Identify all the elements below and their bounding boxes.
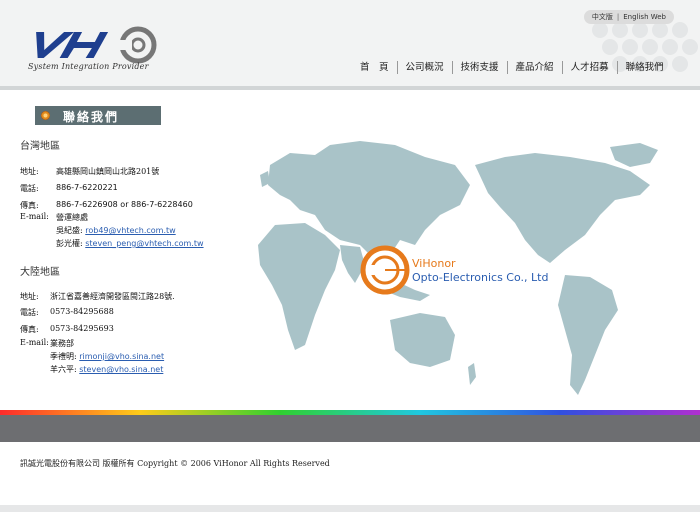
north-america-landmass — [475, 153, 650, 263]
taiwan-contact-2-email-link[interactable]: steven_peng@vhtech.com.tw — [85, 239, 203, 248]
nav-contact[interactable]: 聯絡我們 — [616, 61, 672, 74]
nav-products[interactable]: 產品介紹 — [506, 61, 562, 74]
china-contact-2-name: 羊六平: — [50, 365, 77, 374]
china-contact-1: 季禮明: rimonji@vho.sina.net — [50, 351, 164, 362]
copyright-text: 訊誠光電股份有限公司 版權所有 Copyright © 2006 ViHonor… — [20, 459, 330, 468]
location-marker-icon — [360, 245, 410, 295]
nav-careers[interactable]: 人才招募 — [561, 61, 617, 74]
bullet-icon — [41, 111, 50, 120]
china-contact-1-name: 季禮明: — [50, 352, 77, 361]
bottom-bar — [0, 505, 700, 512]
taiwan-contact-1: 吳紀盛: rob49@vhtech.com.tw — [56, 225, 176, 236]
region-heading-china: 大陸地區 — [20, 267, 60, 278]
taiwan-dept: 營運總處 — [56, 213, 88, 222]
china-phone-label: 電話: — [20, 308, 39, 317]
china-email-label: E-mail: — [20, 338, 49, 347]
footer-band — [0, 415, 700, 442]
lang-chinese-link[interactable]: 中文版 — [592, 12, 613, 22]
china-fax-label: 傳真: — [20, 325, 39, 334]
header-divider — [0, 86, 700, 90]
region-heading-taiwan: 台灣地區 — [20, 141, 60, 152]
taiwan-fax: 886-7-6226908 or 886-7-6228460 — [56, 200, 193, 209]
greenland-landmass — [610, 143, 658, 167]
australia-landmass — [390, 313, 455, 367]
africa-landmass — [258, 223, 340, 350]
page-title: 聯絡我們 — [63, 110, 120, 124]
taiwan-address-label: 地址: — [20, 167, 39, 176]
nav-support[interactable]: 技術支援 — [451, 61, 507, 74]
main-nav: 首 頁 公司概況 技術支援 產品介紹 人才招募 聯絡我們 — [352, 61, 672, 74]
world-map: ViHonor Opto-Electronics Co., Ltd — [258, 141, 658, 395]
logo-tagline: System Integration Provider — [28, 62, 149, 71]
china-contact-2-email-link[interactable]: steven@vho.sina.net — [79, 365, 163, 374]
nav-about[interactable]: 公司概況 — [396, 61, 452, 74]
page-title-banner: 聯絡我們 — [35, 106, 161, 125]
taiwan-contact-1-email-link[interactable]: rob49@vhtech.com.tw — [85, 226, 175, 235]
language-switch: 中文版 | English Web — [583, 10, 674, 24]
taiwan-contact-2-name: 彭光權: — [56, 239, 83, 248]
china-dept: 業務部 — [50, 339, 74, 348]
china-contact-1-email-link[interactable]: rimonji@vho.sina.net — [79, 352, 164, 361]
china-phone: 0573-84295688 — [50, 307, 114, 316]
taiwan-contact-2: 彭光權: steven_peng@vhtech.com.tw — [56, 238, 204, 249]
south-america-landmass — [558, 275, 618, 395]
china-fax: 0573-84295693 — [50, 324, 114, 333]
taiwan-fax-label: 傳真: — [20, 201, 39, 210]
nav-home[interactable]: 首 頁 — [352, 61, 397, 74]
taiwan-address: 高雄縣岡山鎮岡山北路201號 — [56, 167, 160, 176]
new-zealand-landmass — [468, 363, 476, 385]
china-contact-2: 羊六平: steven@vho.sina.net — [50, 364, 163, 375]
lang-english-link[interactable]: English Web — [623, 13, 666, 21]
lang-separator: | — [616, 13, 620, 21]
taiwan-email-label: E-mail: — [20, 212, 49, 221]
taiwan-phone-label: 電話: — [20, 184, 39, 193]
taiwan-contact-1-name: 吳紀盛: — [56, 226, 83, 235]
map-company-subtitle: Opto-Electronics Co., Ltd — [412, 271, 548, 284]
china-address-label: 地址: — [20, 292, 39, 301]
header: System Integration Provider 中文版 | Englis… — [0, 0, 700, 86]
map-company-name: ViHonor — [412, 257, 456, 270]
taiwan-phone: 886-7-6220221 — [56, 183, 118, 192]
china-address: 浙江省嘉善經濟開發區閩江路28號. — [50, 292, 175, 301]
